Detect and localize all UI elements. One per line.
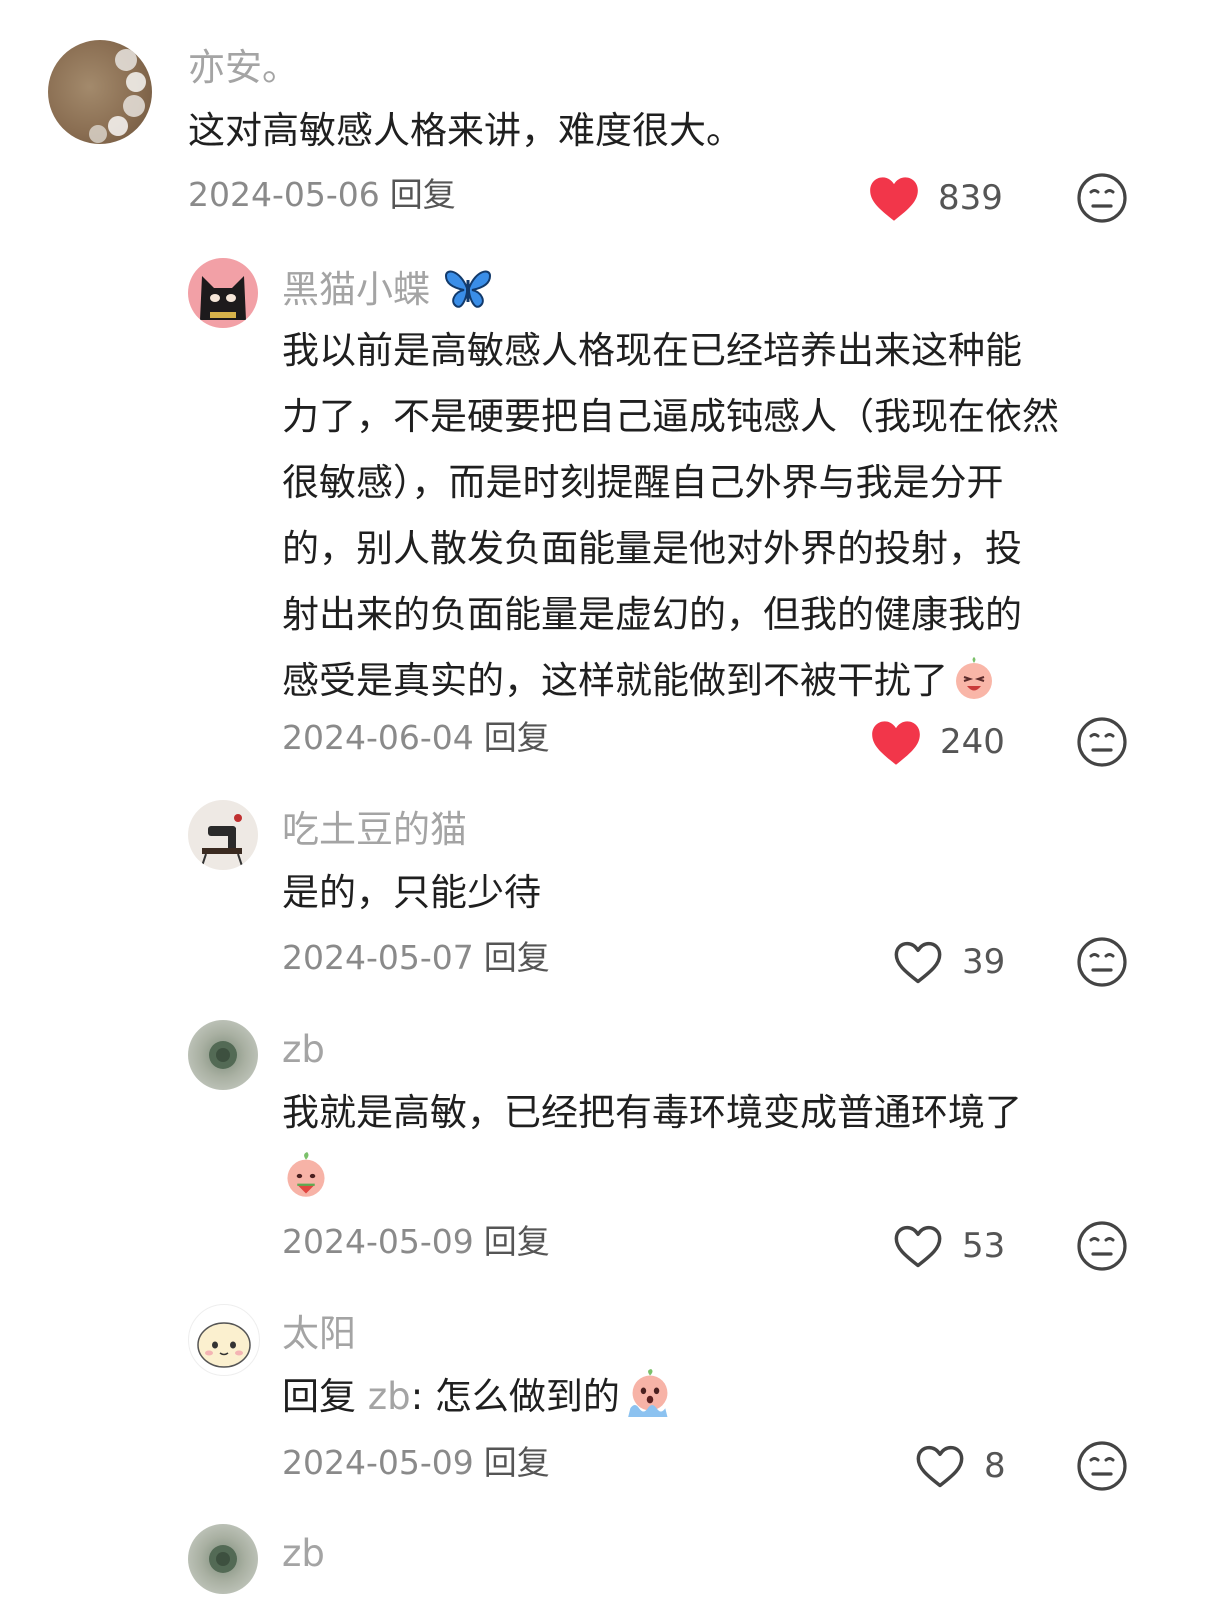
comment-meta: 2024-05-07 回复	[282, 938, 550, 978]
commenter-name-text: 黑猫小蝶	[282, 268, 430, 311]
comment-text: 我就是高敏，已经把有毒环境变成普通环境了	[282, 1080, 1162, 1213]
comment-text: 这对高敏感人格来讲，难度很大。	[188, 109, 743, 152]
dislike-face-icon[interactable]	[1076, 716, 1128, 768]
like-count: 8	[984, 1446, 1006, 1486]
avatar[interactable]	[188, 1524, 258, 1594]
reply-prefix: 回复	[282, 1375, 356, 1418]
mention-link[interactable]: zb	[368, 1375, 411, 1418]
sewing-machine-image	[201, 814, 243, 867]
like-button[interactable]: 8	[914, 1442, 1006, 1490]
like-button[interactable]: 53	[892, 1222, 1005, 1270]
comment-text: 我以前是高敏感人格现在已经培养出来这种能 力了，不是硬要把自己逼成钝感人（我现在…	[282, 318, 1162, 714]
reply-button[interactable]: 回复	[484, 718, 550, 757]
comment-text: 回复 zb: 怎么做到的	[282, 1364, 676, 1430]
avatar[interactable]	[188, 258, 258, 328]
heart-filled-icon	[870, 718, 922, 766]
like-count: 53	[962, 1226, 1006, 1266]
like-button[interactable]: 839	[868, 174, 1003, 222]
comment-text-line: 感受是真实的，这样就能做到不被干扰了	[282, 659, 948, 702]
comment-meta: 2024-05-06 回复	[188, 175, 456, 215]
heart-outline-icon	[892, 1222, 944, 1270]
dislike-face-icon[interactable]	[1076, 936, 1128, 988]
like-button[interactable]: 39	[892, 938, 1005, 986]
dislike-face-icon[interactable]	[1076, 1440, 1128, 1492]
dislike-face-icon[interactable]	[1076, 1220, 1128, 1272]
crying-peach-emoji-icon	[628, 1369, 668, 1417]
commenter-name[interactable]: 太阳	[282, 1312, 356, 1356]
comment-text-line: 力了，不是硬要把自己逼成钝感人（我现在依然	[282, 395, 1059, 438]
commenter-name[interactable]: 亦安。	[188, 46, 299, 90]
butterfly-icon	[444, 270, 491, 308]
cute-bun-character-image	[197, 1322, 251, 1368]
succulent-image	[209, 1041, 237, 1069]
comment-text-line: 的，别人散发负面能量是他对外界的投射，投	[282, 527, 1022, 570]
avatar[interactable]	[188, 800, 258, 870]
avatar[interactable]	[188, 1020, 258, 1090]
black-cat-image	[200, 276, 246, 320]
like-count: 240	[940, 722, 1005, 762]
comment-text: 是的，只能少待	[282, 871, 541, 914]
comment-text-line: 很敏感），而是时刻提醒自己外界与我是分开	[282, 461, 1004, 504]
commenter-name[interactable]: zb	[282, 1532, 325, 1576]
comment-date: 2024-06-04	[282, 718, 474, 757]
peach-eating-watermelon-emoji-icon	[287, 1152, 325, 1197]
reply-button[interactable]: 回复	[484, 1222, 550, 1261]
like-count: 839	[938, 178, 1003, 218]
heart-outline-icon	[892, 938, 944, 986]
comment-text-line: 我就是高敏，已经把有毒环境变成普通环境了	[282, 1091, 1022, 1134]
reply-button[interactable]: 回复	[390, 175, 456, 214]
comment-meta: 2024-06-04 回复	[282, 718, 550, 758]
comment-meta: 2024-05-09 回复	[282, 1443, 550, 1483]
comment-date: 2024-05-06	[188, 175, 380, 214]
commenter-name[interactable]: 吃土豆的猫	[282, 808, 467, 852]
comment-text-line-last: 感受是真实的，这样就能做到不被干扰了	[282, 648, 1162, 714]
comment-date: 2024-05-09	[282, 1222, 474, 1261]
commenter-name[interactable]: 黑猫小蝶	[282, 266, 494, 312]
comment-text-line: 我以前是高敏感人格现在已经培养出来这种能	[282, 329, 1022, 372]
crystal-beads-image	[89, 49, 146, 143]
comment-meta: 2024-05-09 回复	[282, 1222, 550, 1262]
succulent-image	[209, 1545, 237, 1573]
avatar[interactable]	[188, 1304, 260, 1376]
heart-filled-icon	[868, 174, 920, 222]
commenter-name[interactable]: zb	[282, 1028, 325, 1072]
comment-text-line: 射出来的负面能量是虚幻的，但我的健康我的	[282, 593, 1022, 636]
reply-button[interactable]: 回复	[484, 1443, 550, 1482]
like-count: 39	[962, 942, 1006, 982]
avatar[interactable]	[48, 40, 152, 144]
comment-date: 2024-05-09	[282, 1443, 474, 1482]
dislike-face-icon[interactable]	[1076, 172, 1128, 224]
laughing-face-emoji-icon	[956, 657, 992, 699]
heart-outline-icon	[914, 1442, 966, 1490]
comment-date: 2024-05-07	[282, 938, 474, 977]
comment-body: : 怎么做到的	[410, 1375, 620, 1418]
like-button[interactable]: 240	[870, 718, 1005, 766]
reply-button[interactable]: 回复	[484, 938, 550, 977]
